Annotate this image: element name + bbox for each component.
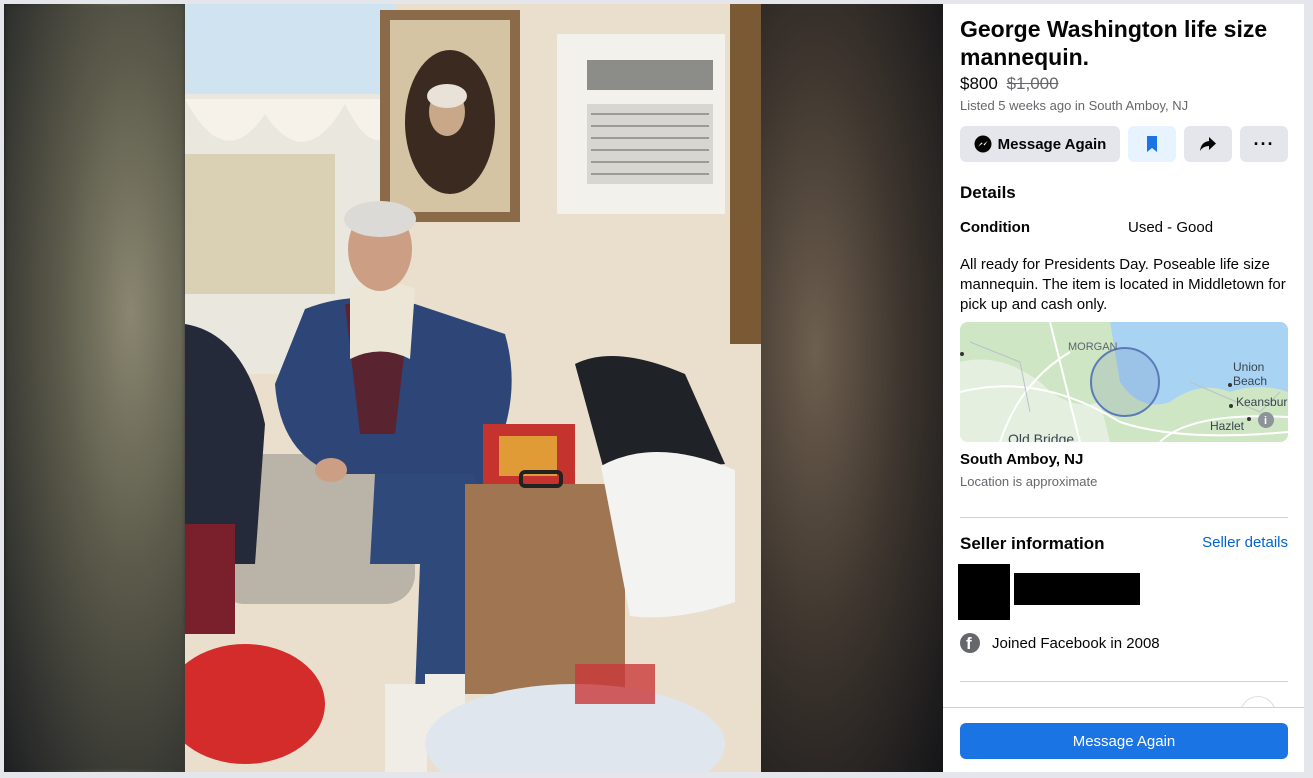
- mannequin-photo-illustration: [185, 4, 761, 772]
- action-row: Message Again ···: [960, 126, 1288, 162]
- listed-info: Listed 5 weeks ago in South Amboy, NJ: [960, 98, 1189, 113]
- map-graphic: MORGAN Union Beach Keansbur Hazlet Old B…: [960, 322, 1288, 442]
- message-again-button[interactable]: Message Again: [960, 126, 1120, 162]
- bottom-action-bar: Message Again: [943, 707, 1304, 772]
- joined-text: Joined Facebook in 2008: [992, 634, 1160, 652]
- seller-joined-info: f Joined Facebook in 2008: [960, 632, 1160, 654]
- location-map[interactable]: MORGAN Union Beach Keansbur Hazlet Old B…: [960, 322, 1288, 442]
- listing-description: All ready for Presidents Day. Poseable l…: [960, 256, 1286, 313]
- share-button[interactable]: [1184, 126, 1232, 162]
- blurred-backdrop-right: [761, 4, 943, 772]
- photo-stage: [4, 4, 943, 772]
- condition-value: Used - Good: [1128, 219, 1214, 236]
- listing-price: $800 $1,000: [960, 74, 1059, 94]
- map-label-union: Union: [1233, 360, 1264, 374]
- messenger-icon: [974, 135, 992, 153]
- blurred-backdrop-left: [4, 4, 185, 772]
- map-label-old-bridge: Old Bridge: [1008, 431, 1074, 442]
- details-heading: Details: [960, 183, 1016, 202]
- facebook-icon: f: [960, 633, 980, 653]
- seller-details-link[interactable]: Seller details: [1202, 534, 1288, 551]
- location-note: Location is approximate: [960, 474, 1098, 489]
- location-name: South Amboy, NJ: [960, 451, 1084, 468]
- map-info-icon: i: [1264, 415, 1267, 427]
- more-options-button[interactable]: ···: [1240, 126, 1288, 162]
- map-label-keansburg: Keansbur: [1236, 395, 1287, 409]
- more-icon: ···: [1253, 133, 1275, 154]
- condition-label: Condition: [960, 219, 1030, 236]
- original-price: $1,000: [1006, 74, 1059, 93]
- marketplace-viewer: George Washington life size mannequin. $…: [0, 0, 1313, 778]
- seller-name-redacted[interactable]: [1014, 573, 1140, 605]
- listing-title: George Washington life size mannequin.: [960, 16, 1268, 70]
- seller-heading: Seller information: [960, 534, 1105, 553]
- seller-avatar-redacted[interactable]: [958, 564, 1010, 620]
- map-label-beach: Beach: [1233, 374, 1267, 388]
- divider: [960, 681, 1288, 682]
- current-price: $800: [960, 74, 998, 93]
- map-label-morgan: MORGAN: [1068, 341, 1118, 353]
- listing-photo[interactable]: [185, 4, 761, 772]
- map-label-hazlet: Hazlet: [1210, 419, 1245, 433]
- bookmark-icon: [1147, 136, 1157, 152]
- message-again-label: Message Again: [997, 135, 1107, 153]
- divider: [960, 517, 1288, 518]
- share-icon: [1200, 137, 1216, 151]
- save-button[interactable]: [1128, 126, 1176, 162]
- message-again-primary-button[interactable]: Message Again: [960, 723, 1288, 759]
- listing-details-panel: George Washington life size mannequin. $…: [943, 4, 1304, 772]
